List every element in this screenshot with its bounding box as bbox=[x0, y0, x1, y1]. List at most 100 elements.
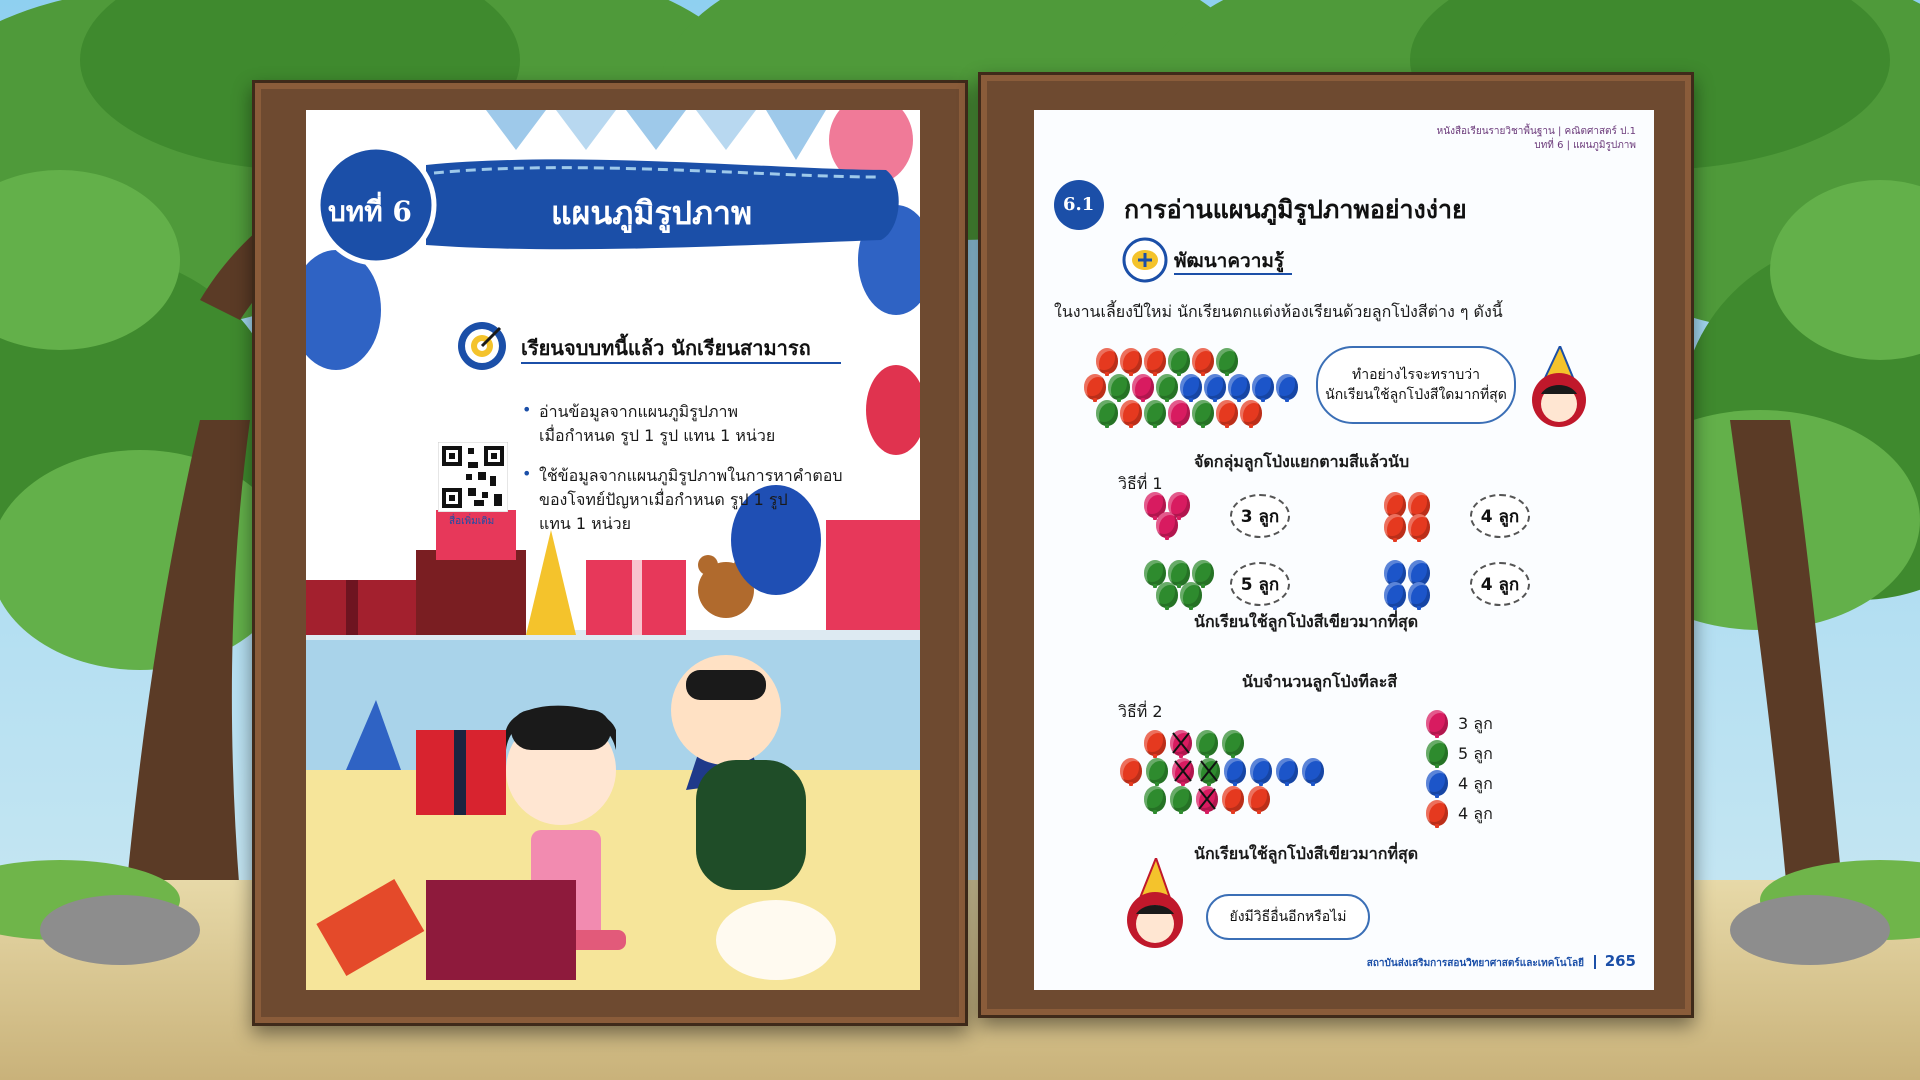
closing-speech-bubble: ยังมีวิธีอื่นอีกหรือไม่ bbox=[1206, 894, 1370, 940]
pink-balloon-tally bbox=[1172, 758, 1194, 786]
right-page-lesson: หนังสือเรียนรายวิชาพื้นฐาน | คณิตศาสตร์ … bbox=[1034, 110, 1654, 990]
green-balloon bbox=[1168, 348, 1190, 376]
red-balloon bbox=[1120, 348, 1142, 376]
section-title: การอ่านแผนภูมิรูปภาพอย่างง่าย bbox=[1124, 195, 1467, 224]
closing-bubble-text: ยังมีวิธีอื่นอีกหรือไม่ bbox=[1229, 909, 1347, 925]
method-2-heading: นับจำนวนลูกโป่งทีละสี bbox=[1242, 672, 1398, 691]
tally-count-2: 5 ลูก bbox=[1458, 744, 1493, 763]
page-number: 265 bbox=[1604, 952, 1636, 970]
red-balloon bbox=[1144, 348, 1166, 376]
goal-1-line-1: อ่านข้อมูลจากแผนภูมิรูปภาพ bbox=[539, 402, 739, 421]
qr-code[interactable] bbox=[438, 442, 508, 512]
group-4-count: 4 ลูก bbox=[1480, 574, 1520, 595]
left-page-chapter-cover: บทที่ 6 แผนภูมิรูปภาพ เรียนจบบทนี้แล้ว น… bbox=[306, 110, 920, 990]
red-balloon bbox=[1120, 400, 1142, 428]
method-1-result: นักเรียนใช้ลูกโป่งสีเขียวมากที่สุด bbox=[1194, 612, 1419, 631]
green-balloon-tally bbox=[1146, 758, 1168, 786]
brain-icon bbox=[1122, 237, 1168, 283]
intro-text: ในงานเลี้ยงปีใหม่ นักเรียนตกแต่งห้องเรีย… bbox=[1054, 302, 1503, 321]
goal-1-line-2: เมื่อกำหนด รูป 1 รูป แทน 1 หน่วย bbox=[539, 426, 776, 445]
goals-heading: เรียนจบบทนี้แล้ว นักเรียนสามารถ bbox=[521, 336, 811, 360]
pink-balloon-tally bbox=[1170, 730, 1192, 758]
red-balloon bbox=[1192, 348, 1214, 376]
tally-balloon-3 bbox=[1426, 770, 1448, 798]
group-2-balloon bbox=[1384, 514, 1406, 542]
group-3-balloon bbox=[1180, 582, 1202, 610]
target-icon bbox=[458, 322, 506, 370]
blue-balloon-tally bbox=[1302, 758, 1324, 786]
blue-balloon bbox=[1252, 374, 1274, 402]
group-3-count: 5 ลูก bbox=[1240, 574, 1280, 595]
group-4-count-cloud: 4 ลูก bbox=[1470, 562, 1530, 606]
red-balloon bbox=[866, 365, 920, 455]
red-balloon-tally bbox=[1248, 786, 1270, 814]
group-4-balloon bbox=[1384, 582, 1406, 610]
blue-balloon bbox=[1228, 374, 1250, 402]
group-2-count: 4 ลูก bbox=[1480, 506, 1520, 527]
qr-caption: สื่อเพิ่มเติม bbox=[449, 516, 495, 527]
green-balloon-tally bbox=[1144, 786, 1166, 814]
question-line-2: นักเรียนใช้ลูกโป่งสีใดมากที่สุด bbox=[1325, 387, 1507, 403]
group-4-balloon bbox=[1408, 582, 1430, 610]
pink-balloon bbox=[1168, 400, 1190, 428]
goal-2-line-2: ของโจทย์ปัญหาเมื่อกำหนด รูป 1 รูป bbox=[539, 490, 788, 509]
group-2-count-cloud: 4 ลูก bbox=[1470, 494, 1530, 538]
group-1-count-cloud: 3 ลูก bbox=[1230, 494, 1290, 538]
group-1-count: 3 ลูก bbox=[1240, 506, 1280, 527]
green-balloon-tally bbox=[1222, 730, 1244, 758]
green-balloon bbox=[1216, 348, 1238, 376]
header-line-2: บทที่ 6 | แผนภูมิรูปภาพ bbox=[1534, 140, 1636, 151]
header-line-1: หนังสือเรียนรายวิชาพื้นฐาน | คณิตศาสตร์ … bbox=[1436, 126, 1636, 137]
footer-divider bbox=[1594, 955, 1596, 969]
group-2-balloon bbox=[1408, 514, 1430, 542]
green-balloon bbox=[1144, 400, 1166, 428]
chapter-title: แผนภูมิรูปภาพ bbox=[551, 194, 753, 232]
goals-underline bbox=[521, 362, 841, 364]
red-balloon bbox=[1084, 374, 1106, 402]
goal-bullet-2: • bbox=[522, 464, 532, 483]
goal-bullet-1: • bbox=[522, 400, 532, 419]
open-gift-box bbox=[426, 880, 576, 980]
blue-balloon-tally bbox=[1250, 758, 1272, 786]
knowledge-label: พัฒนาความรู้ bbox=[1174, 250, 1285, 272]
green-balloon bbox=[1192, 400, 1214, 428]
group-3-count-cloud: 5 ลูก bbox=[1230, 562, 1290, 606]
teacher-face-bottom bbox=[1127, 858, 1183, 948]
tally-balloon-2 bbox=[1426, 740, 1448, 768]
blue-balloon-tally bbox=[1224, 758, 1246, 786]
blue-balloon bbox=[1204, 374, 1226, 402]
pink-balloon bbox=[1132, 374, 1154, 402]
tally-count-1: 3 ลูก bbox=[1458, 714, 1493, 733]
green-balloon bbox=[1108, 374, 1130, 402]
goal-2-line-1: ใช้ข้อมูลจากแผนภูมิรูปภาพในการหาคำตอบ bbox=[539, 466, 843, 485]
red-balloon bbox=[1096, 348, 1118, 376]
tally-balloon-1 bbox=[1426, 710, 1448, 738]
footer-org: สถาบันส่งเสริมการสอนวิทยาศาสตร์และเทคโนโ… bbox=[1366, 958, 1584, 969]
tally-balloon-4 bbox=[1426, 800, 1448, 828]
red-balloon-tally bbox=[1120, 758, 1142, 786]
section-number: 6.1 bbox=[1063, 194, 1095, 215]
red-balloon bbox=[1216, 400, 1238, 428]
blue-balloon-tally bbox=[1276, 758, 1298, 786]
red-balloon bbox=[1240, 400, 1262, 428]
question-speech-bubble: ทำอย่างไรจะทราบว่า นักเรียนใช้ลูกโป่งสีใ… bbox=[1316, 346, 1516, 424]
teacher-face-top bbox=[1532, 346, 1586, 427]
knowledge-underline bbox=[1174, 273, 1292, 275]
method-2-result: นักเรียนใช้ลูกโป่งสีเขียวมากที่สุด bbox=[1194, 844, 1419, 863]
blue-balloon bbox=[1276, 374, 1298, 402]
green-balloon-tally bbox=[1170, 786, 1192, 814]
method-2-label: วิธีที่ 2 bbox=[1118, 702, 1163, 721]
green-balloon-tally bbox=[1198, 758, 1220, 786]
green-balloon-tally bbox=[1196, 730, 1218, 758]
blue-balloon-left bbox=[306, 250, 381, 370]
question-line-1: ทำอย่างไรจะทราบว่า bbox=[1352, 367, 1480, 383]
red-balloon-tally bbox=[1222, 786, 1244, 814]
green-balloon bbox=[1156, 374, 1178, 402]
goal-2-line-3: แทน 1 หน่วย bbox=[539, 514, 631, 533]
chapter-badge: บทที่ 6 bbox=[328, 195, 412, 228]
tally-count-4: 4 ลูก bbox=[1458, 804, 1493, 823]
method-1-heading: จัดกลุ่มลูกโป่งแยกตามสีแล้วนับ bbox=[1194, 452, 1410, 471]
green-balloon bbox=[1096, 400, 1118, 428]
blue-balloon bbox=[1180, 374, 1202, 402]
pink-balloon-tally bbox=[1196, 786, 1218, 814]
